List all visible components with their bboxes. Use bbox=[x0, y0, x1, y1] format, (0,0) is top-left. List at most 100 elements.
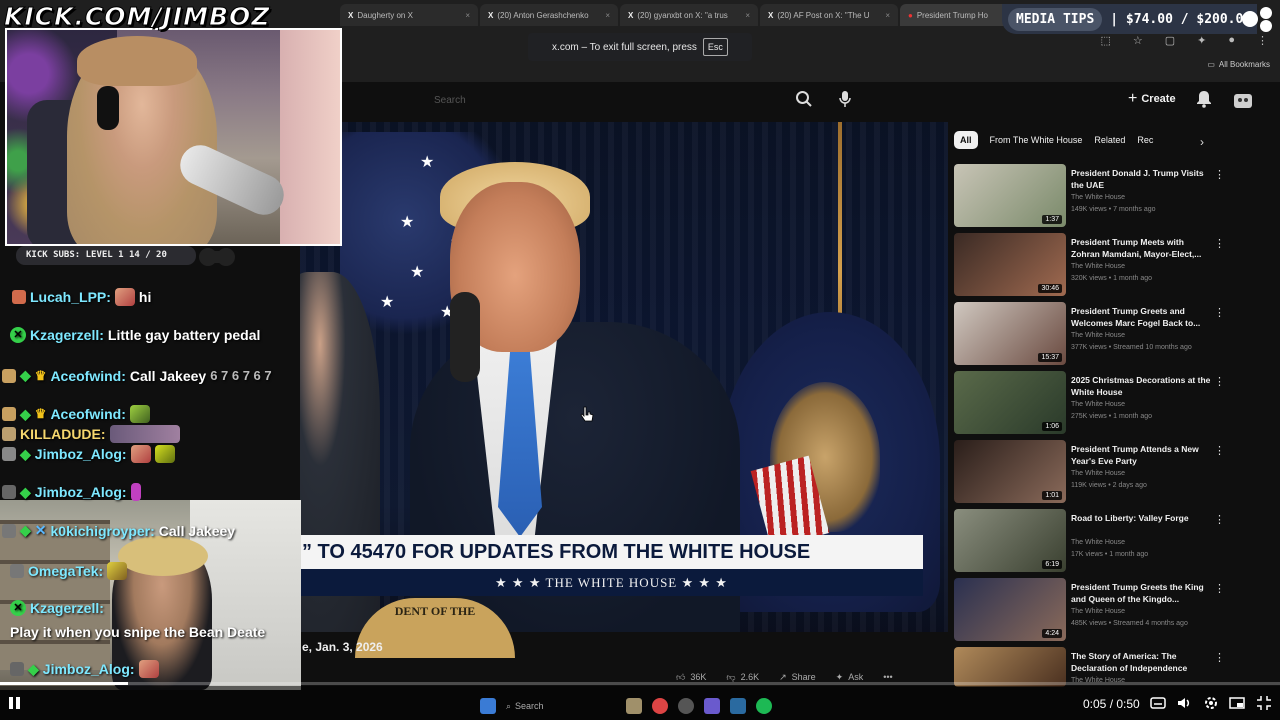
like-button[interactable]: 👍︎ 36K bbox=[676, 672, 706, 683]
chip-recently-uploaded[interactable]: Rec bbox=[1137, 131, 1153, 149]
video-title[interactable]: The Story of America: The Declaration of… bbox=[1071, 650, 1211, 674]
pause-button[interactable] bbox=[9, 697, 23, 711]
close-icon[interactable]: × bbox=[465, 11, 470, 20]
recommended-video[interactable]: 15:37 President Trump Greets and Welcome… bbox=[954, 302, 1228, 371]
search-input[interactable]: Search bbox=[430, 88, 780, 114]
more-vert-icon[interactable]: ⋮ bbox=[1214, 168, 1225, 181]
channel-name[interactable]: The White House bbox=[1071, 401, 1125, 408]
channel-name[interactable]: The White House bbox=[1071, 539, 1125, 546]
taskbar-search: ⌕ Search bbox=[506, 701, 616, 712]
chip-from-white-house[interactable]: From The White House bbox=[990, 131, 1083, 149]
chat-username: KILLADUDE: bbox=[20, 426, 106, 442]
kick-subs-goal: KICK SUBS: LEVEL 1 14 / 20 bbox=[16, 246, 196, 265]
recommended-video[interactable]: 30:46 President Trump Meets with Zohran … bbox=[954, 233, 1228, 302]
dislike-button[interactable]: 👎︎ 2.6K bbox=[726, 672, 759, 683]
extension-icon[interactable]: ⬚ bbox=[1100, 34, 1110, 47]
more-vert-icon[interactable]: ⋮ bbox=[1214, 444, 1225, 457]
filter-chips: All From The White House Related Rec bbox=[954, 131, 1153, 149]
puzzle-icon[interactable]: ✦ bbox=[1197, 34, 1206, 47]
recommended-video[interactable]: 4:24 President Trump Greets the King and… bbox=[954, 578, 1228, 647]
miniplayer-icon[interactable] bbox=[1229, 695, 1245, 711]
video-thumbnail[interactable]: 1:37 bbox=[954, 164, 1066, 227]
channel-name[interactable]: The White House bbox=[1071, 332, 1125, 339]
video-thumbnail[interactable]: 30:46 bbox=[954, 233, 1066, 296]
exit-fullscreen-icon[interactable] bbox=[1256, 695, 1272, 711]
close-icon[interactable]: × bbox=[605, 11, 610, 20]
video-meta: 377K views • Streamed 10 months ago bbox=[1071, 344, 1192, 351]
more-vert-icon[interactable]: ⋮ bbox=[1214, 513, 1225, 526]
browser-tab-2[interactable]: X (20) gyanxbt on X: "a trus × bbox=[620, 4, 758, 26]
video-title[interactable]: 2025 Christmas Decorations at the White … bbox=[1071, 374, 1211, 398]
subtitles-icon[interactable] bbox=[1150, 695, 1166, 711]
chevron-right-icon[interactable]: › bbox=[1200, 135, 1204, 149]
emote-icon bbox=[154, 445, 175, 463]
video-thumbnail[interactable]: 15:37 bbox=[954, 302, 1066, 365]
channel-name[interactable]: The White House bbox=[1071, 608, 1125, 615]
video-title[interactable]: President Trump Meets with Zohran Mamdan… bbox=[1071, 236, 1211, 260]
chip-related[interactable]: Related bbox=[1094, 131, 1125, 149]
taskbar-ghost: ⌕ Search bbox=[480, 698, 772, 714]
video-title[interactable]: Road to Liberty: Valley Forge bbox=[1071, 512, 1211, 524]
notifications-button[interactable] bbox=[1196, 90, 1216, 110]
channel-name[interactable]: The White House bbox=[1071, 194, 1125, 201]
chat-text: Call Jakeey bbox=[158, 522, 236, 539]
search-button[interactable] bbox=[792, 90, 816, 114]
x-logo-icon: X bbox=[628, 10, 634, 20]
like-count: 36K bbox=[690, 672, 707, 682]
profile-icon[interactable]: ● bbox=[1228, 34, 1235, 47]
video-meta: 320K views • 1 month ago bbox=[1071, 275, 1153, 282]
browser-tab-0[interactable]: X Daugherty on X × bbox=[340, 4, 478, 26]
video-thumbnail[interactable]: 1:06 bbox=[954, 371, 1066, 434]
recommended-video[interactable]: 1:06 2025 Christmas Decorations at the W… bbox=[954, 371, 1228, 440]
chat-username: Jimboz_Alog: bbox=[34, 446, 127, 462]
thumbs-up-icon: 👍︎ bbox=[676, 671, 686, 682]
more-vert-icon[interactable]: ⋮ bbox=[1214, 582, 1225, 595]
ask-button[interactable]: ✦ Ask bbox=[836, 672, 864, 683]
video-title[interactable]: President Trump Greets the King and Quee… bbox=[1071, 581, 1211, 605]
video-title[interactable]: President Trump Greets and Welcomes Marc… bbox=[1071, 305, 1211, 329]
more-vert-icon[interactable]: ⋮ bbox=[1214, 651, 1225, 664]
channel-name[interactable]: The White House bbox=[1071, 263, 1125, 270]
extension-icon[interactable]: ▢ bbox=[1165, 34, 1175, 47]
recommended-video[interactable]: 1:01 President Trump Attends a New Year'… bbox=[954, 440, 1228, 509]
browser-tab-3[interactable]: X (20) AF Post on X: "The U × bbox=[760, 4, 898, 26]
video-progress-bar[interactable] bbox=[0, 682, 1280, 685]
sub-badge-icon bbox=[2, 368, 16, 383]
emote-icon bbox=[130, 445, 151, 463]
all-bookmarks[interactable]: ▭ All Bookmarks bbox=[1207, 60, 1270, 69]
video-title[interactable]: President Donald J. Trump Visits the UAE bbox=[1071, 167, 1211, 191]
settings-icon[interactable] bbox=[1203, 695, 1219, 711]
star-icon[interactable]: ☆ bbox=[1133, 34, 1143, 47]
recommended-video[interactable]: 6:19 Road to Liberty: Valley Forge The W… bbox=[954, 509, 1228, 578]
chip-all[interactable]: All bbox=[954, 131, 978, 149]
flag-star: ★ bbox=[400, 214, 415, 231]
more-vert-icon[interactable]: ⋮ bbox=[1214, 237, 1225, 250]
menu-icon[interactable]: ⋮ bbox=[1257, 34, 1268, 47]
chat-message: ◆ ✕ k0kichigroyper: Call Jakeey bbox=[2, 522, 235, 539]
channel-name[interactable]: The White House bbox=[1071, 470, 1125, 477]
account-avatar[interactable] bbox=[1232, 90, 1254, 112]
streamer-hair bbox=[77, 36, 197, 86]
volume-icon[interactable] bbox=[1176, 695, 1192, 711]
close-icon[interactable]: × bbox=[885, 11, 890, 20]
voice-search-button[interactable] bbox=[838, 90, 858, 114]
video-thumbnail[interactable]: 1:01 bbox=[954, 440, 1066, 503]
create-button[interactable]: + Create bbox=[1128, 90, 1176, 108]
video-thumbnail[interactable]: 6:19 bbox=[954, 509, 1066, 572]
gem-icon: ◆ bbox=[20, 445, 31, 462]
video-thumbnail[interactable] bbox=[954, 647, 1066, 687]
video-title[interactable]: President Trump Attends a New Year's Eve… bbox=[1071, 443, 1211, 467]
more-actions-button[interactable]: ••• bbox=[883, 672, 892, 682]
video-progress-fill bbox=[0, 682, 128, 685]
recommended-video[interactable]: 1:37 President Donald J. Trump Visits th… bbox=[954, 164, 1228, 233]
chat-message: ✕ Kzagerzell: bbox=[10, 600, 104, 616]
video-meta: 275K views • 1 month ago bbox=[1071, 413, 1153, 420]
share-button[interactable]: ↗ Share bbox=[779, 672, 816, 683]
x-logo-icon: X bbox=[768, 10, 774, 20]
browser-tab-1[interactable]: X (20) Anton Gerashchenko × bbox=[480, 4, 618, 26]
video-thumbnail[interactable]: 4:24 bbox=[954, 578, 1066, 641]
more-vert-icon[interactable]: ⋮ bbox=[1214, 375, 1225, 388]
more-vert-icon[interactable]: ⋮ bbox=[1214, 306, 1225, 319]
close-icon[interactable]: × bbox=[745, 11, 750, 20]
chat-username: Kzagerzell: bbox=[30, 600, 104, 616]
